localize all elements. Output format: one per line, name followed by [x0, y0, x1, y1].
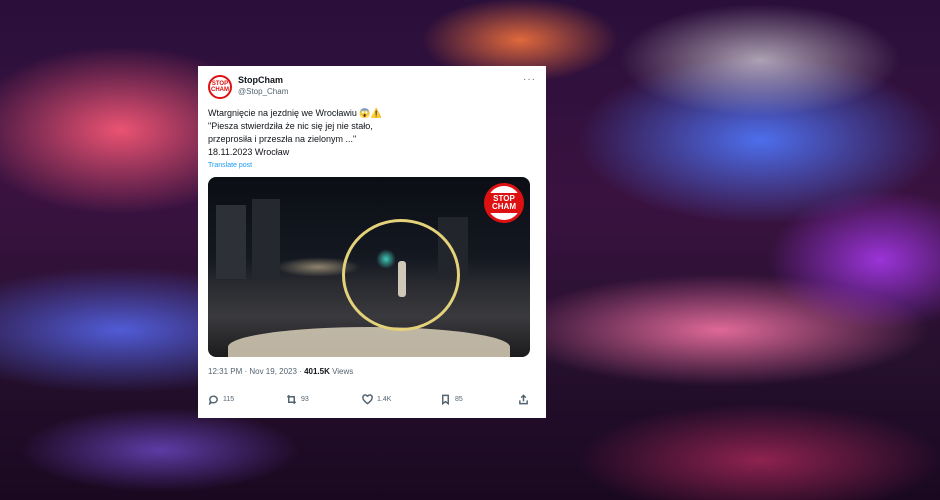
- tweet-media-image[interactable]: STOP CHAM: [208, 177, 530, 357]
- tweet-timestamp[interactable]: 12:31 PM · Nov 19, 2023 ·: [208, 367, 304, 376]
- like-button[interactable]: 1.4K: [362, 394, 440, 405]
- translate-post-link[interactable]: Translate post: [208, 162, 536, 169]
- user-handle[interactable]: @Stop_Cham: [238, 86, 288, 98]
- repost-button[interactable]: 93: [286, 394, 362, 405]
- views-label: Views: [329, 367, 354, 376]
- reply-count: 115: [223, 396, 235, 403]
- tweet-actions: 115 93 1.4K 85: [208, 394, 536, 405]
- bookmark-icon: [442, 394, 449, 405]
- car-hood: [228, 327, 510, 357]
- tweet-card: STOP CHAM StopCham @Stop_Cham ··· Wtargn…: [198, 66, 546, 418]
- tweet-text: Wtargnięcie na jezdnię we Wrocławiu 😱⚠️ …: [208, 107, 536, 159]
- tweet-line-3: przeprosiła i przeszła na zielonym ...": [208, 134, 357, 144]
- views-count: 401.5K: [304, 367, 330, 376]
- repost-count: 93: [301, 396, 309, 403]
- like-count: 1.4K: [377, 396, 392, 403]
- tweet-line-4: 18.11.2023 Wrocław: [208, 147, 290, 157]
- avatar-logo-text: STOP CHAM: [211, 81, 229, 93]
- bookmark-button[interactable]: 85: [440, 394, 518, 405]
- heart-icon: [362, 394, 373, 405]
- more-options-icon[interactable]: ···: [523, 74, 536, 85]
- annotation-circle: [342, 219, 460, 331]
- reply-icon: [208, 395, 218, 405]
- building: [252, 199, 280, 279]
- display-name[interactable]: StopCham: [238, 74, 288, 86]
- tweet-header: STOP CHAM StopCham @Stop_Cham ···: [208, 74, 536, 99]
- tweet-line-1: Wtargnięcie na jezdnię we Wrocławiu 😱⚠️: [208, 108, 382, 118]
- stopcham-logo-text: STOP CHAM: [487, 193, 521, 213]
- tweet-line-2: "Piesza stwierdziła że nic się jej nie s…: [208, 121, 373, 131]
- building: [216, 205, 246, 279]
- tweet-metadata: 12:31 PM · Nov 19, 2023 · 401.5K Views: [208, 367, 536, 376]
- stopcham-logo: STOP CHAM: [484, 183, 524, 223]
- share-icon: [519, 394, 528, 405]
- reply-button[interactable]: 115: [208, 394, 286, 405]
- avatar[interactable]: STOP CHAM: [208, 75, 232, 99]
- bookmark-count: 85: [455, 396, 463, 403]
- repost-icon: [286, 394, 297, 405]
- share-button[interactable]: [518, 394, 529, 405]
